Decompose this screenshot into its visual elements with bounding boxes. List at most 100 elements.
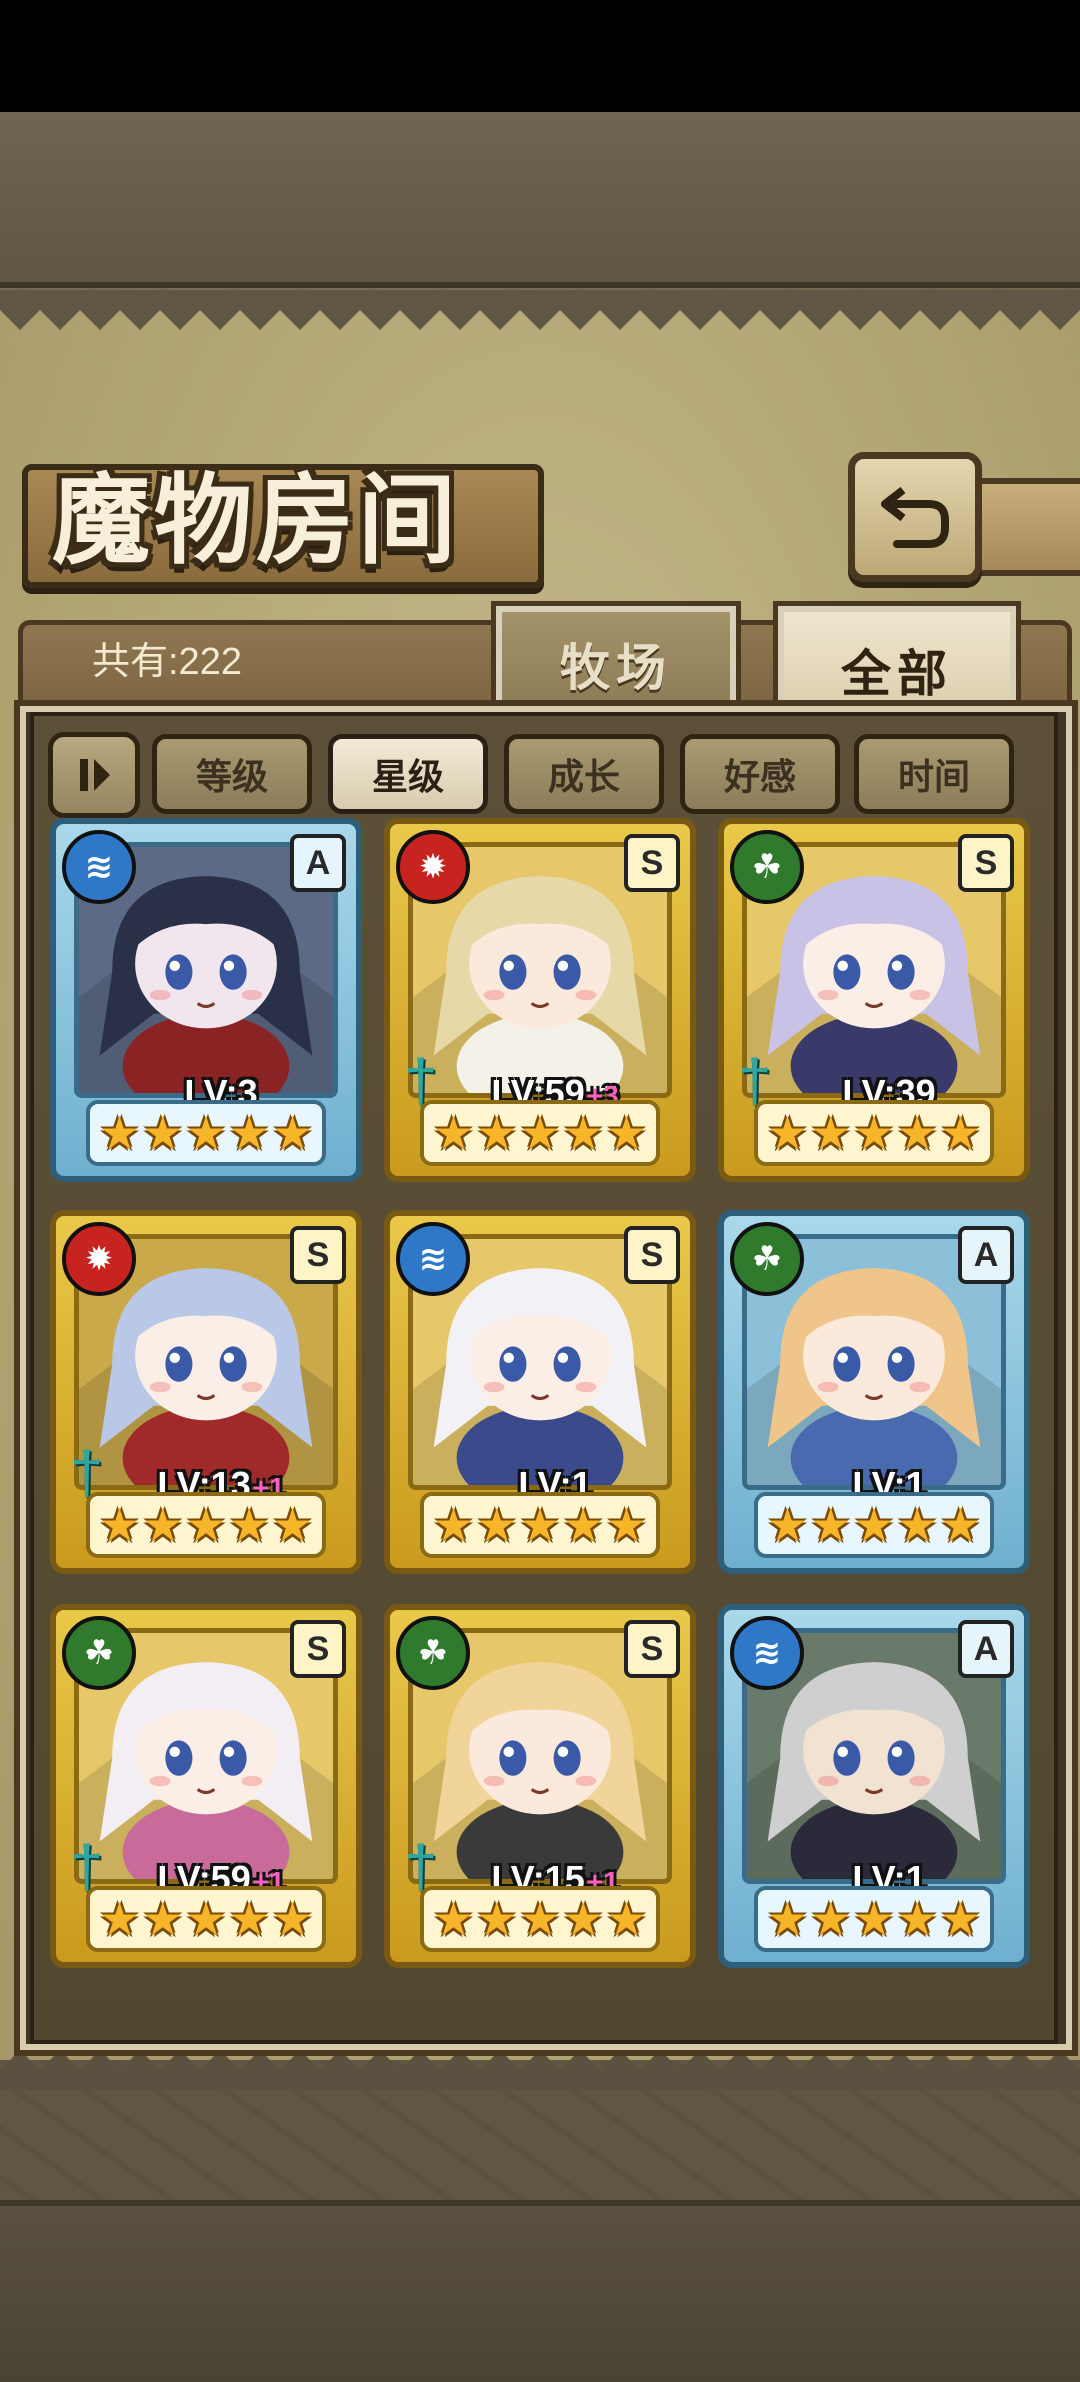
star-rating: ★ ★ ★ ★ ★ xyxy=(86,1100,326,1166)
star-icon: ★ xyxy=(766,1893,809,1945)
sort-order-icon xyxy=(80,759,110,791)
tab-all-label: 全部 xyxy=(841,644,953,703)
sort-affection-label: 好感 xyxy=(723,756,796,797)
star-icon: ★ xyxy=(562,1893,604,1945)
star-icon: ★ xyxy=(519,1107,561,1159)
star-icon: ★ xyxy=(98,1107,141,1159)
back-button-rail xyxy=(970,478,1080,576)
star-rating: ★ ★ ★ ★ ★ xyxy=(86,1886,326,1952)
star-icon: ★ xyxy=(228,1107,270,1159)
leaf-icon: ☘ xyxy=(396,1616,470,1690)
sort-time-button[interactable]: 时间 xyxy=(854,734,1014,814)
star-icon: ★ xyxy=(605,1893,648,1945)
rank-badge: A xyxy=(958,1620,1014,1678)
monster-card[interactable]: ☘ A LV:1 ★ ★ ★ ★ ★ xyxy=(718,1210,1030,1574)
star-rating: ★ ★ ★ ★ ★ xyxy=(754,1886,994,1952)
rank-badge: S xyxy=(290,1226,346,1284)
star-icon: ★ xyxy=(810,1107,852,1159)
star-icon: ★ xyxy=(519,1893,561,1945)
sort-star-label: 星级 xyxy=(371,756,444,797)
top-map-strip xyxy=(0,112,1080,288)
star-icon: ★ xyxy=(185,1107,227,1159)
star-icon: ★ xyxy=(476,1107,518,1159)
star-icon: ★ xyxy=(185,1893,227,1945)
star-icon: ★ xyxy=(476,1499,518,1551)
star-icon: ★ xyxy=(432,1107,475,1159)
return-arrow-icon xyxy=(881,486,949,548)
star-icon: ★ xyxy=(562,1499,604,1551)
star-icon: ★ xyxy=(271,1499,314,1551)
monster-card[interactable]: ✹ S † LV:13+1 ★ ★ ★ ★ ★ xyxy=(50,1210,362,1574)
star-icon: ★ xyxy=(853,1107,895,1159)
star-icon: ★ xyxy=(766,1107,809,1159)
sort-star-button[interactable]: 星级 xyxy=(328,734,488,814)
star-icon: ★ xyxy=(519,1499,561,1551)
star-icon: ★ xyxy=(228,1893,270,1945)
star-icon: ★ xyxy=(98,1893,141,1945)
star-icon: ★ xyxy=(896,1107,938,1159)
star-rating: ★ ★ ★ ★ ★ xyxy=(754,1492,994,1558)
star-icon: ★ xyxy=(476,1893,518,1945)
total-monster-count: 共有:222 xyxy=(92,641,242,683)
star-icon: ★ xyxy=(810,1499,852,1551)
leaf-icon: ☘ xyxy=(730,830,804,904)
star-rating: ★ ★ ★ ★ ★ xyxy=(420,1492,660,1558)
sort-level-label: 等级 xyxy=(195,756,268,797)
back-button[interactable] xyxy=(848,452,982,582)
star-icon: ★ xyxy=(766,1499,809,1551)
star-icon: ★ xyxy=(853,1893,895,1945)
zigzag-bottom-edge xyxy=(0,2050,1080,2090)
page-title: 魔物房间 xyxy=(52,463,461,578)
zigzag-top-edge xyxy=(0,290,1080,330)
sort-growth-label: 成长 xyxy=(547,756,620,797)
star-icon: ★ xyxy=(605,1107,648,1159)
star-icon: ★ xyxy=(142,1893,184,1945)
star-icon: ★ xyxy=(142,1499,184,1551)
star-icon: ★ xyxy=(432,1499,475,1551)
star-icon: ★ xyxy=(142,1107,184,1159)
leaf-icon: ☘ xyxy=(62,1616,136,1690)
monster-card[interactable]: ☘ S † LV:15+1 ★ ★ ★ ★ ★ xyxy=(384,1604,696,1968)
leaf-icon: ☘ xyxy=(730,1222,804,1296)
star-icon: ★ xyxy=(432,1893,475,1945)
star-icon: ★ xyxy=(98,1499,141,1551)
sort-order-toggle[interactable] xyxy=(48,732,140,818)
water-icon: ≋ xyxy=(62,830,136,904)
sort-affection-button[interactable]: 好感 xyxy=(680,734,840,814)
rank-badge: A xyxy=(290,834,346,892)
monster-card[interactable]: ☘ S † LV:59+1 ★ ★ ★ ★ ★ xyxy=(50,1604,362,1968)
monster-card[interactable]: ≋ A LV:3 ★ ★ ★ ★ ★ xyxy=(50,818,362,1182)
sort-time-label: 时间 xyxy=(897,756,970,797)
monster-card[interactable]: ≋ S LV:1 ★ ★ ★ ★ ★ xyxy=(384,1210,696,1574)
rank-badge: S xyxy=(958,834,1014,892)
rank-badge: A xyxy=(958,1226,1014,1284)
flame-icon: ✹ xyxy=(62,1222,136,1296)
star-icon: ★ xyxy=(228,1499,270,1551)
star-rating: ★ ★ ★ ★ ★ xyxy=(420,1886,660,1952)
water-icon: ≋ xyxy=(396,1222,470,1296)
monster-card[interactable]: ☘ S † LV:39 ★ ★ ★ ★ ★ xyxy=(718,818,1030,1182)
flame-icon: ✹ xyxy=(396,830,470,904)
star-rating: ★ ★ ★ ★ ★ xyxy=(420,1100,660,1166)
star-icon: ★ xyxy=(605,1499,648,1551)
rank-badge: S xyxy=(624,1620,680,1678)
star-icon: ★ xyxy=(896,1499,938,1551)
monster-card[interactable]: ≋ A LV:1 ★ ★ ★ ★ ★ xyxy=(718,1604,1030,1968)
rank-badge: S xyxy=(624,1226,680,1284)
sort-growth-button[interactable]: 成长 xyxy=(504,734,664,814)
star-icon: ★ xyxy=(562,1107,604,1159)
sort-level-button[interactable]: 等级 xyxy=(152,734,312,814)
star-rating: ★ ★ ★ ★ ★ xyxy=(754,1100,994,1166)
bottom-map-strip xyxy=(0,2200,1080,2382)
star-icon: ★ xyxy=(185,1499,227,1551)
monster-card[interactable]: ✹ S † LV:59+3 ★ ★ ★ ★ ★ xyxy=(384,818,696,1182)
star-icon: ★ xyxy=(853,1499,895,1551)
star-icon: ★ xyxy=(271,1107,314,1159)
star-icon: ★ xyxy=(271,1893,314,1945)
star-icon: ★ xyxy=(939,1893,982,1945)
star-icon: ★ xyxy=(810,1893,852,1945)
water-icon: ≋ xyxy=(730,1616,804,1690)
tab-pasture-label: 牧场 xyxy=(560,638,672,697)
rank-badge: S xyxy=(624,834,680,892)
star-rating: ★ ★ ★ ★ ★ xyxy=(86,1492,326,1558)
